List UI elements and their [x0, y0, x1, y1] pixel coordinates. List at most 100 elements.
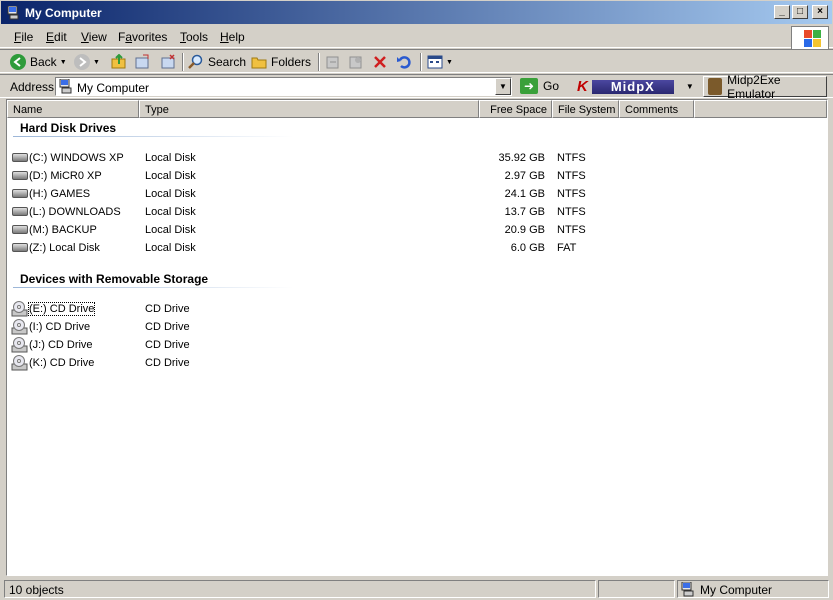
midpx-dropdown-icon[interactable]: ▼	[686, 82, 694, 91]
group-title-removable: Devices with Removable Storage	[20, 272, 209, 286]
forward-dropdown-icon[interactable]: ▼	[93, 59, 100, 66]
address-input[interactable]: My Computer ▼	[55, 77, 512, 96]
drive-name: (I:) CD Drive	[29, 321, 91, 333]
drive-type: CD Drive	[145, 339, 190, 351]
search-button[interactable]: Search	[188, 53, 246, 71]
cd-drive-row[interactable]: (J:) CD Drive CD Drive	[7, 336, 827, 354]
standard-toolbar: Back ▼ ▼ Search Folders ▼	[0, 49, 833, 73]
column-filler	[694, 100, 827, 118]
hard-drive-icon	[12, 243, 28, 252]
back-arrow-icon	[10, 54, 26, 70]
toolbar-separator	[420, 53, 422, 71]
logo-yellow-quadrant	[813, 39, 821, 47]
column-file-system[interactable]: File System	[552, 100, 619, 118]
emulator-phone-icon	[708, 78, 723, 95]
logo-green-quadrant	[813, 30, 821, 38]
menu-help[interactable]: Help	[220, 30, 245, 44]
drive-row[interactable]: (L:) DOWNLOADS Local Disk 13.7 GB NTFS	[7, 203, 827, 221]
drive-name: (Z:) Local Disk	[29, 242, 100, 254]
drive-free-space: 20.9 GB	[504, 224, 545, 236]
drive-file-system: NTFS	[557, 170, 586, 182]
copy-folder-button[interactable]	[348, 53, 364, 71]
drive-type: CD Drive	[145, 303, 190, 315]
drive-type: Local Disk	[145, 242, 196, 254]
menu-view[interactable]: View	[81, 30, 107, 44]
logo-blue-quadrant	[804, 39, 812, 47]
menu-file[interactable]: File	[14, 30, 33, 44]
minimize-button[interactable]: _	[774, 5, 790, 19]
drive-name: (M:) BACKUP	[29, 224, 97, 236]
menu-favorites-rest: vorites	[132, 30, 168, 44]
back-label: Back	[30, 55, 57, 69]
drive-name: (D:) MiCR0 XP	[29, 170, 102, 182]
undo-button[interactable]	[396, 53, 412, 71]
menu-file-rest: ile	[21, 30, 34, 44]
views-icon	[427, 55, 443, 69]
cd-drive-icon	[11, 337, 28, 353]
drive-type: Local Disk	[145, 188, 196, 200]
column-free-space[interactable]: Free Space	[479, 100, 552, 118]
midp2exe-emulator-button[interactable]: Midp2Exe Emulator	[703, 73, 827, 101]
midpx-logo: MidpX	[591, 79, 674, 94]
menu-tools-rest: ools	[186, 30, 209, 44]
move-to-button[interactable]	[134, 53, 150, 71]
column-type[interactable]: Type	[139, 100, 479, 118]
my-computer-icon	[59, 79, 72, 94]
delete-button[interactable]	[372, 53, 388, 71]
close-button[interactable]: ×	[812, 5, 828, 19]
hard-drive-icon	[12, 153, 28, 162]
drive-free-space: 24.1 GB	[504, 188, 545, 200]
cd-drive-icon	[11, 301, 28, 317]
window-title: My Computer	[25, 6, 102, 20]
drive-type: Local Disk	[145, 224, 196, 236]
drive-type: Local Disk	[145, 170, 196, 182]
forward-arrow-icon	[74, 54, 90, 70]
menu-tools[interactable]: Tools	[180, 30, 208, 44]
folders-button[interactable]: Folders	[251, 53, 311, 71]
menu-view-rest: iew	[88, 30, 107, 44]
drive-row[interactable]: (D:) MiCR0 XP Local Disk 2.97 GB NTFS	[7, 167, 827, 185]
drive-row[interactable]: (M:) BACKUP Local Disk 20.9 GB NTFS	[7, 221, 827, 239]
go-button[interactable]: ➜ Go	[520, 78, 559, 94]
address-bar: Address My Computer ▼ ➜ Go K MidpX ▼ Mid…	[0, 73, 833, 101]
copy-folder-icon	[349, 56, 362, 69]
back-dropdown-icon[interactable]: ▼	[60, 59, 67, 66]
cd-drive-row[interactable]: (K:) CD Drive CD Drive	[7, 354, 827, 372]
title-bar[interactable]: My Computer _ □ ×	[0, 0, 833, 25]
forward-button[interactable]: ▼	[74, 53, 100, 71]
emulator-label: Midp2Exe Emulator	[727, 72, 781, 101]
hard-drive-icon	[12, 189, 28, 198]
midpx-toolbar[interactable]: K MidpX ▼	[577, 78, 694, 95]
drive-row[interactable]: (C:) WINDOWS XP Local Disk 35.92 GB NTFS	[7, 149, 827, 167]
go-label: Go	[543, 79, 560, 93]
back-button[interactable]: Back ▼	[10, 53, 67, 71]
windows-logo	[791, 26, 829, 50]
toolbar-separator	[318, 53, 320, 71]
drive-file-system: FAT	[557, 242, 577, 254]
menu-favorites[interactable]: Favorites	[118, 30, 167, 44]
toolbar-separator	[182, 53, 184, 71]
menu-view-accel: V	[81, 30, 89, 44]
address-label: Address	[10, 80, 55, 94]
drive-type: CD Drive	[145, 321, 190, 333]
maximize-button[interactable]: □	[792, 5, 808, 19]
menu-edit[interactable]: Edit	[46, 30, 67, 44]
drive-row[interactable]: (Z:) Local Disk Local Disk 6.0 GB FAT	[7, 239, 827, 257]
move-folder-icon	[326, 56, 339, 69]
move-folder-button[interactable]	[325, 53, 341, 71]
delete-toolbar-button[interactable]	[160, 53, 176, 71]
views-button[interactable]: ▼	[427, 53, 453, 71]
midpx-k-icon: K	[577, 78, 588, 95]
column-name[interactable]: Name	[7, 100, 139, 118]
up-folder-button[interactable]	[111, 53, 127, 71]
folders-label: Folders	[271, 55, 312, 69]
address-dropdown-button[interactable]: ▼	[495, 78, 511, 95]
views-dropdown-icon[interactable]: ▼	[446, 59, 453, 66]
drive-free-space: 2.97 GB	[504, 170, 545, 182]
file-list-view[interactable]: Name Type Free Space File System Comment…	[6, 99, 828, 576]
drive-type: Local Disk	[145, 152, 196, 164]
cd-drive-row[interactable]: (E:) CD Drive CD Drive	[7, 300, 827, 318]
drive-row[interactable]: (H:) GAMES Local Disk 24.1 GB NTFS	[7, 185, 827, 203]
column-comments[interactable]: Comments	[619, 100, 694, 118]
cd-drive-row[interactable]: (I:) CD Drive CD Drive	[7, 318, 827, 336]
